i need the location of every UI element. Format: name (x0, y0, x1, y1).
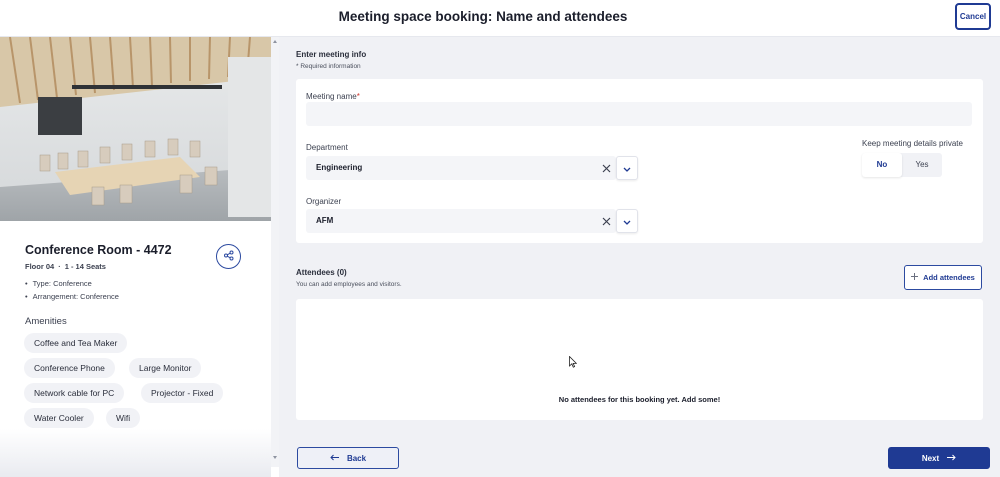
amenity-chip: Wifi (106, 408, 141, 428)
arrow-left-icon (330, 454, 340, 463)
department-label: Department (306, 143, 348, 152)
cancel-button[interactable]: Cancel (955, 3, 991, 30)
amenity-chip: Network cable for PC (24, 383, 125, 403)
amenity-chip: Large Monitor (129, 358, 202, 378)
private-toggle: No Yes (862, 153, 942, 177)
amenities-heading: Amenities (25, 316, 67, 327)
panel-fade (0, 429, 271, 477)
attendees-heading: Attendees (0) (296, 268, 347, 277)
amenity-chip: Conference Phone (24, 358, 115, 378)
clear-icon[interactable] (600, 215, 612, 227)
organizer-label: Organizer (306, 197, 342, 206)
main-content: Enter meeting info * Required informatio… (279, 37, 1000, 477)
mouse-cursor-icon (569, 355, 578, 373)
amenity-chip: Projector - Fixed (141, 383, 224, 403)
meeting-info-heading: Enter meeting info (296, 50, 367, 59)
meeting-name-input[interactable] (306, 102, 972, 126)
room-type: Type: Conference (25, 278, 119, 291)
meeting-name-label-text: Meeting name (306, 92, 357, 101)
add-attendees-label: Add attendees (923, 273, 975, 282)
arrow-right-icon (946, 454, 956, 463)
clear-icon[interactable] (600, 162, 612, 174)
room-attributes: Type: Conference Arrangement: Conference (25, 278, 119, 303)
room-seats: 1 - 14 Seats (64, 262, 106, 271)
room-meta: Floor 04 · 1 - 14 Seats (25, 262, 106, 271)
organizer-dropdown-button[interactable] (616, 209, 638, 233)
private-option-no[interactable]: No (862, 153, 902, 177)
meeting-name-label: Meeting name* (306, 92, 360, 101)
private-option-yes[interactable]: Yes (902, 153, 942, 177)
share-button[interactable] (216, 244, 241, 269)
scroll-up-icon[interactable] (273, 40, 277, 43)
next-button[interactable]: Next (888, 447, 990, 469)
required-mark: * (356, 92, 360, 101)
panel-scrollbar[interactable] (271, 37, 279, 467)
meeting-info-card: Meeting name* Department Engineering Kee… (296, 79, 983, 243)
required-note: * Required information (296, 63, 361, 70)
room-details-panel: Conference Room - 4472 Floor 04 · 1 - 14 S… (0, 37, 271, 477)
room-name: Conference Room - 4472 (25, 243, 172, 257)
page-title: Meeting space booking: Name and attendee… (338, 9, 628, 24)
amenity-chip: Water Cooler (24, 408, 94, 428)
plus-icon (911, 273, 919, 282)
meta-separator: · (58, 262, 61, 271)
chevron-down-icon (623, 159, 631, 177)
scroll-down-icon[interactable] (273, 456, 277, 459)
attendees-card: No attendees for this booking yet. Add s… (296, 299, 983, 420)
back-label: Back (346, 453, 367, 463)
private-label: Keep meeting details private (862, 139, 963, 148)
room-arrangement: Arrangement: Conference (25, 291, 119, 304)
organizer-select[interactable]: AFM (306, 209, 616, 233)
chevron-down-icon (623, 212, 631, 230)
department-select[interactable]: Engineering (306, 156, 616, 180)
attendees-subtitle: You can add employees and visitors. (296, 281, 402, 288)
department-dropdown-button[interactable] (616, 156, 638, 180)
add-attendees-button[interactable]: Add attendees (904, 265, 982, 290)
top-bar: Meeting space booking: Name and attendee… (0, 0, 1000, 37)
back-button[interactable]: Back (297, 447, 399, 469)
amenity-chip: Coffee and Tea Maker (24, 333, 128, 353)
next-label: Next (921, 453, 940, 463)
empty-attendees-message: No attendees for this booking yet. Add s… (558, 395, 721, 404)
share-icon (223, 248, 234, 266)
room-photo (0, 37, 271, 221)
room-floor: Floor 04 (25, 262, 55, 271)
